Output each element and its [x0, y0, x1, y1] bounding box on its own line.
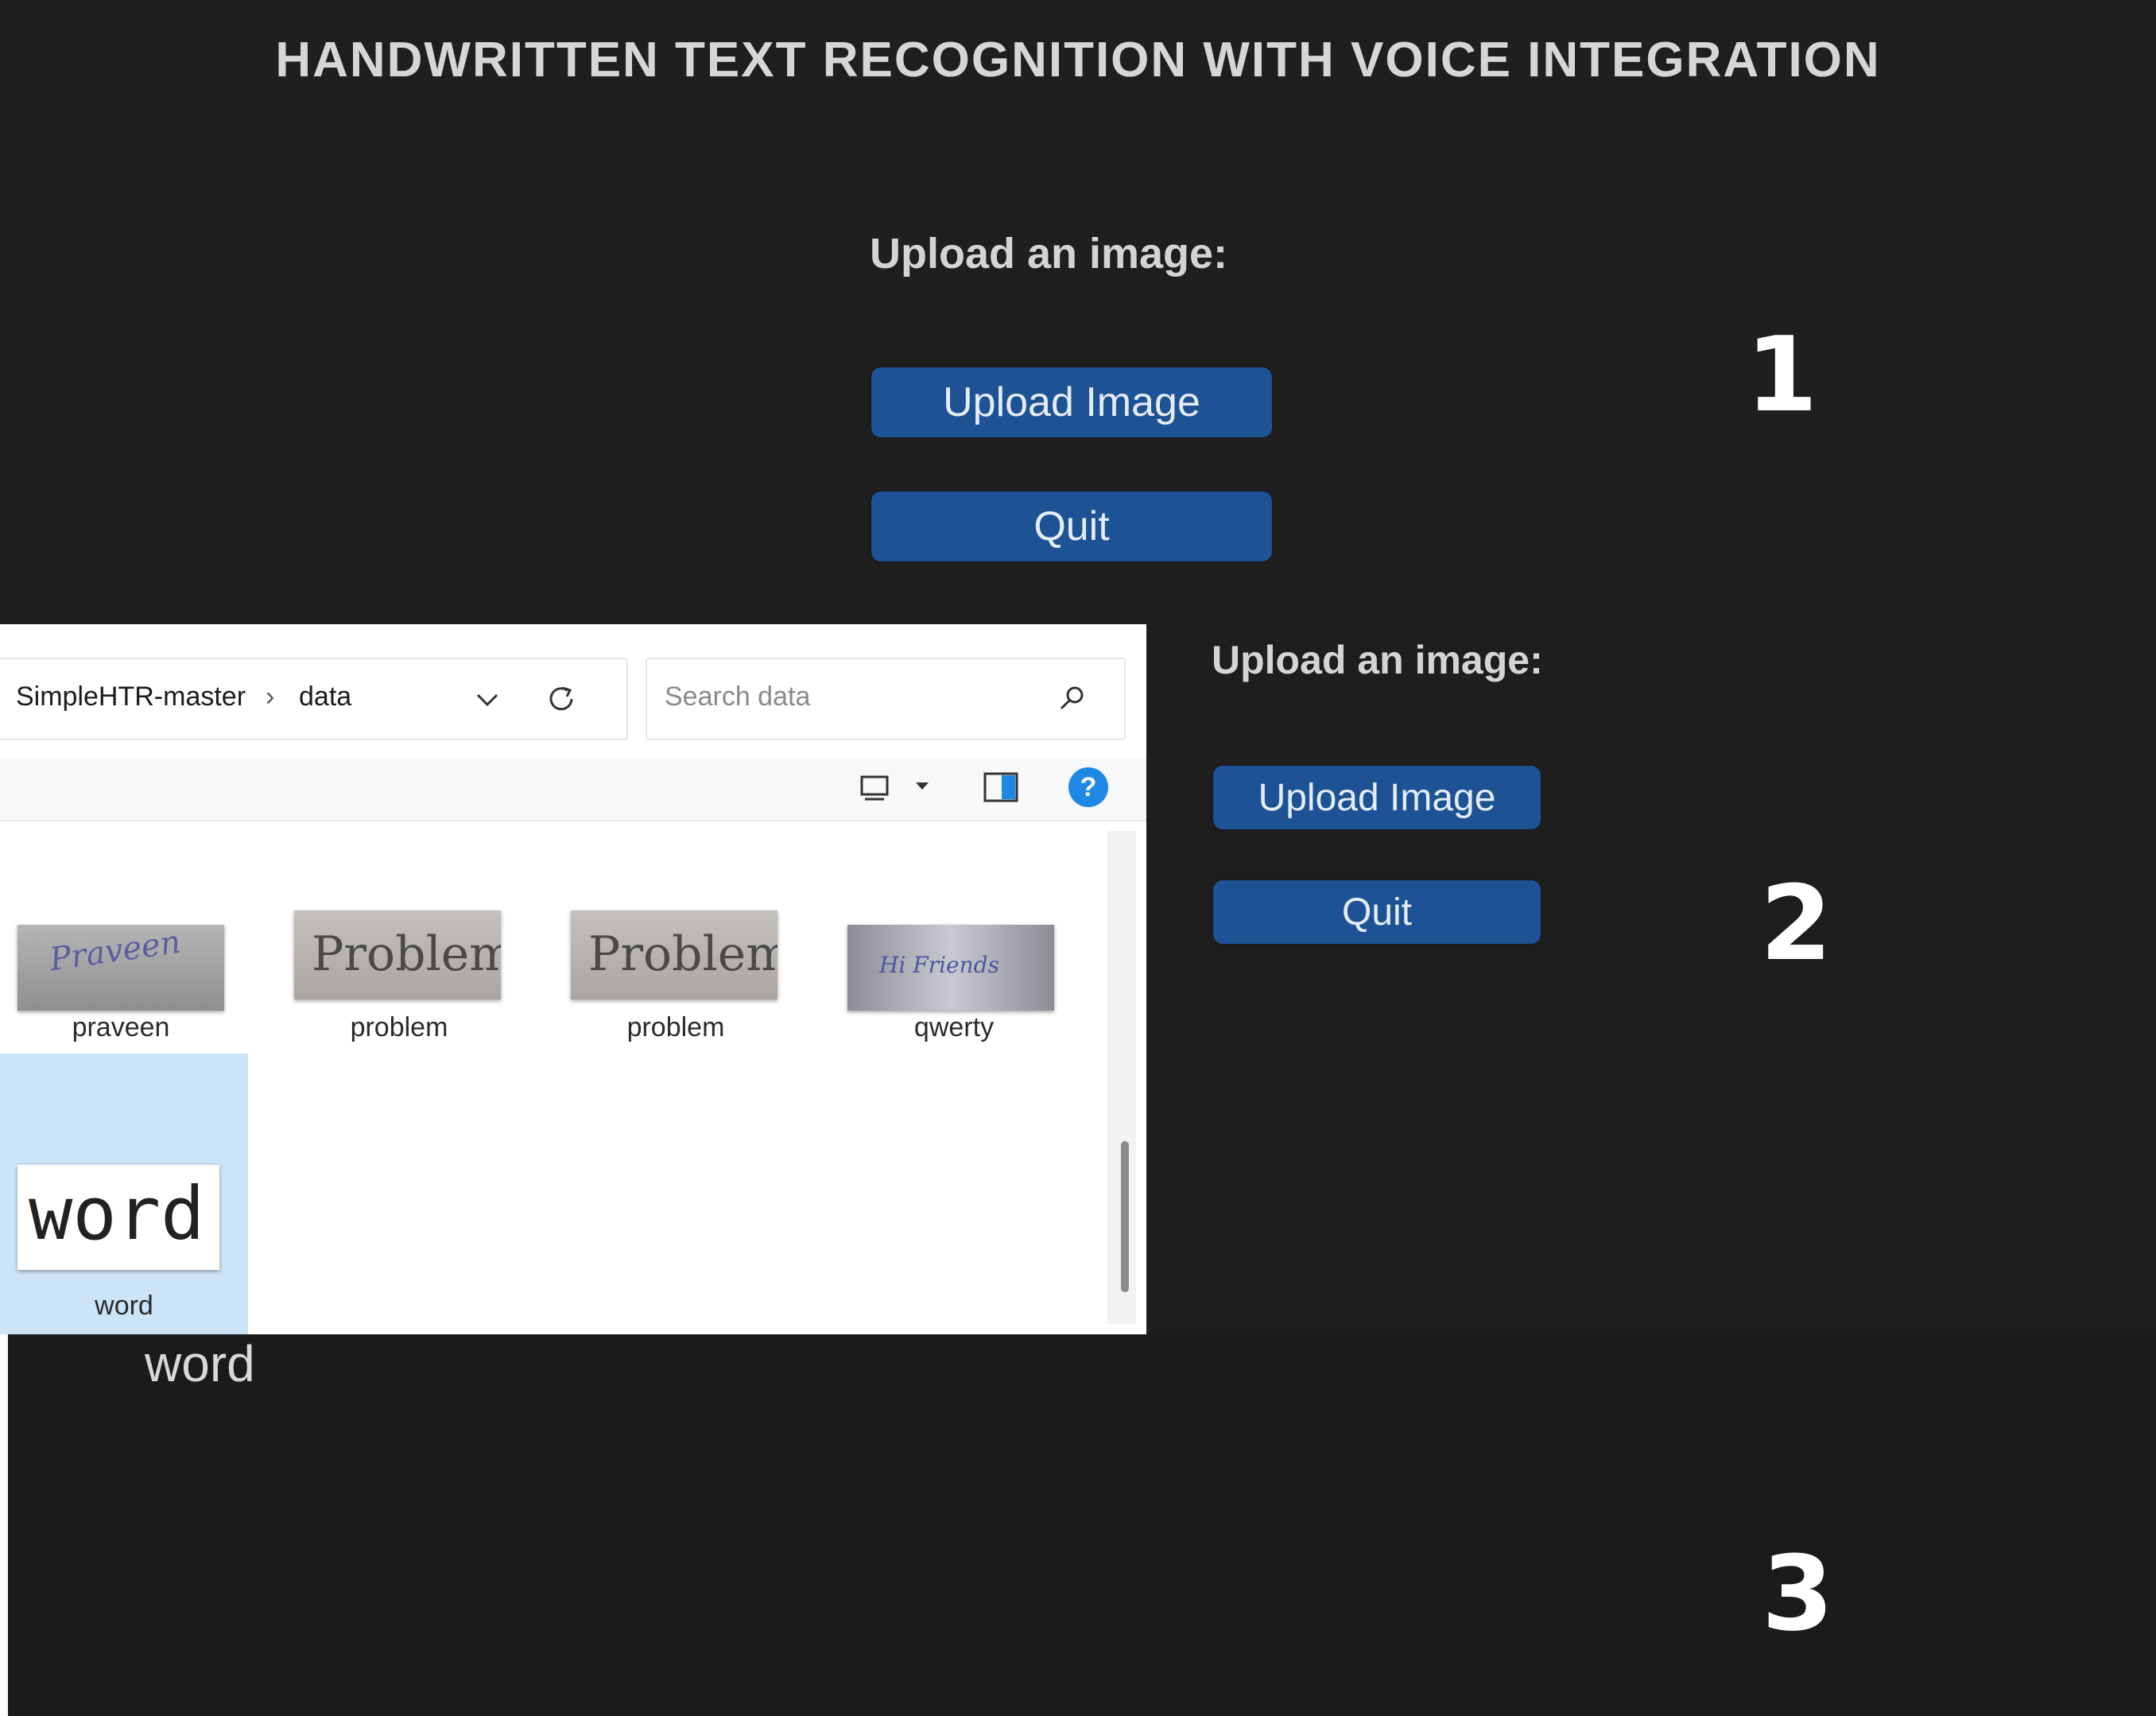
file-name: word [95, 1291, 153, 1321]
breadcrumb-separator: › [266, 681, 275, 712]
thumbnail-handwriting: Problem [588, 926, 777, 982]
search-icon[interactable] [1056, 683, 1088, 719]
step-2-panel: Upload an image: Upload Image Quit 2 [1146, 624, 2156, 1334]
refresh-icon[interactable] [544, 681, 579, 720]
file-name: problem [350, 1012, 448, 1042]
view-toolbar: ? [0, 758, 1146, 821]
quit-button[interactable]: Quit [871, 491, 1272, 561]
help-icon[interactable]: ? [1068, 767, 1108, 807]
caret-down-icon[interactable] [914, 778, 930, 798]
search-input[interactable]: Search data [646, 658, 1126, 740]
upload-prompt: Upload an image: [870, 230, 1228, 278]
quit-button[interactable]: Quit [1213, 880, 1541, 944]
upload-image-button[interactable]: Upload Image [1213, 766, 1541, 829]
step-number: 1 [1746, 314, 1818, 435]
view-options-icon[interactable] [859, 772, 894, 808]
step-number: 3 [1762, 1533, 1834, 1654]
preview-pane-icon[interactable] [983, 771, 1019, 809]
thumbnail-handwriting: Hi Friends [879, 952, 999, 978]
breadcrumb-item[interactable]: data [299, 681, 351, 712]
step-3-panel: word 3 [8, 1334, 2156, 1716]
upload-prompt: Upload an image: [1212, 638, 1543, 682]
search-placeholder: Search data [665, 681, 811, 712]
chevron-down-icon[interactable] [474, 686, 501, 717]
address-bar[interactable]: SimpleHTR-master › data [0, 658, 628, 740]
file-name: problem [626, 1012, 725, 1042]
upload-image-button[interactable]: Upload Image [871, 367, 1272, 437]
file-thumbnail: Problem [294, 910, 501, 1000]
file-thumbnail: Hi Friends [847, 925, 1054, 1011]
file-thumbnail: Problem [571, 910, 777, 1000]
file-name: praveen [72, 1012, 170, 1042]
scrollbar-thumb[interactable] [1121, 1141, 1129, 1292]
step-number: 2 [1760, 863, 1832, 984]
thumbnail-handwriting: word [29, 1171, 205, 1256]
file-thumbnail: Praveen [17, 925, 224, 1011]
thumbnail-handwriting: Problem [312, 926, 501, 982]
app-title: HANDWRITTEN TEXT RECOGNITION WITH VOICE … [275, 33, 1881, 87]
thumbnail-handwriting: Praveen [47, 925, 183, 979]
recognized-text: word [145, 1335, 255, 1392]
breadcrumb-item[interactable]: SimpleHTR-master [16, 681, 246, 712]
file-open-dialog: SimpleHTR-master › data Search data ? Pr… [0, 624, 1146, 1334]
step-1-panel: HANDWRITTEN TEXT RECOGNITION WITH VOICE … [0, 0, 2156, 624]
file-name: qwerty [913, 1012, 995, 1042]
file-thumbnail: word [17, 1165, 219, 1270]
